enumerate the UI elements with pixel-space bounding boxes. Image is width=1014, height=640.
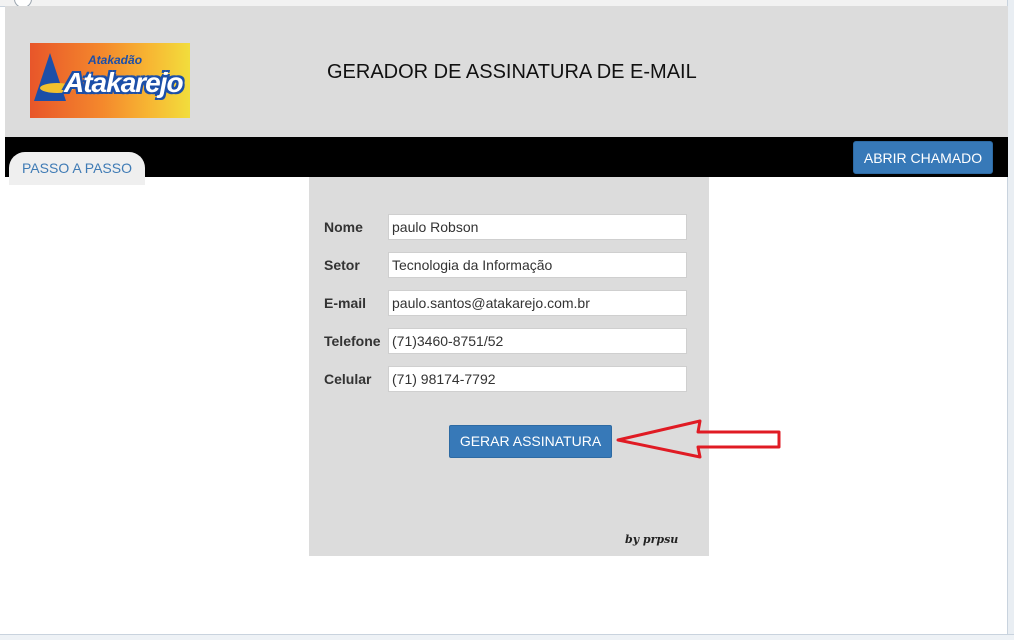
page-header: Atakadão Atakarejo GERADOR DE ASSINATURA… [5,6,1008,137]
annotation-arrow-icon [616,419,781,459]
form-row-celular: Celular [324,366,694,392]
nome-label: Nome [324,219,363,235]
celular-label: Celular [324,371,372,387]
setor-label: Setor [324,257,360,273]
brand-logo: Atakadão Atakarejo [30,43,190,118]
logo-brand-text: Atakarejo [64,67,184,98]
email-input[interactable] [388,290,687,316]
celular-input[interactable] [388,366,687,392]
setor-input[interactable] [388,252,687,278]
logo-top-text: Atakadão [88,53,143,67]
page-title: GERADOR DE ASSINATURA DE E-MAIL [327,61,697,83]
credit-text: by prpsu [625,533,679,546]
telefone-label: Telefone [324,333,381,349]
generate-signature-button[interactable]: GERAR ASSINATURA [449,425,612,458]
logo-sail-icon [34,53,66,101]
form-row-telefone: Telefone [324,328,694,354]
tab-passo-a-passo[interactable]: PASSO A PASSO [9,152,145,185]
form-row-setor: Setor [324,252,694,278]
window-bottom-edge [0,634,1014,640]
form-row-email: E-mail [324,290,694,316]
form-row-nome: Nome [324,214,694,240]
signature-form-panel: Nome Setor E-mail Telefone Celular GERAR… [309,177,709,556]
open-ticket-button[interactable]: ABRIR CHAMADO [853,141,993,174]
window-right-edge [1007,0,1014,639]
telefone-input[interactable] [388,328,687,354]
email-label: E-mail [324,295,367,311]
nome-input[interactable] [388,214,687,240]
